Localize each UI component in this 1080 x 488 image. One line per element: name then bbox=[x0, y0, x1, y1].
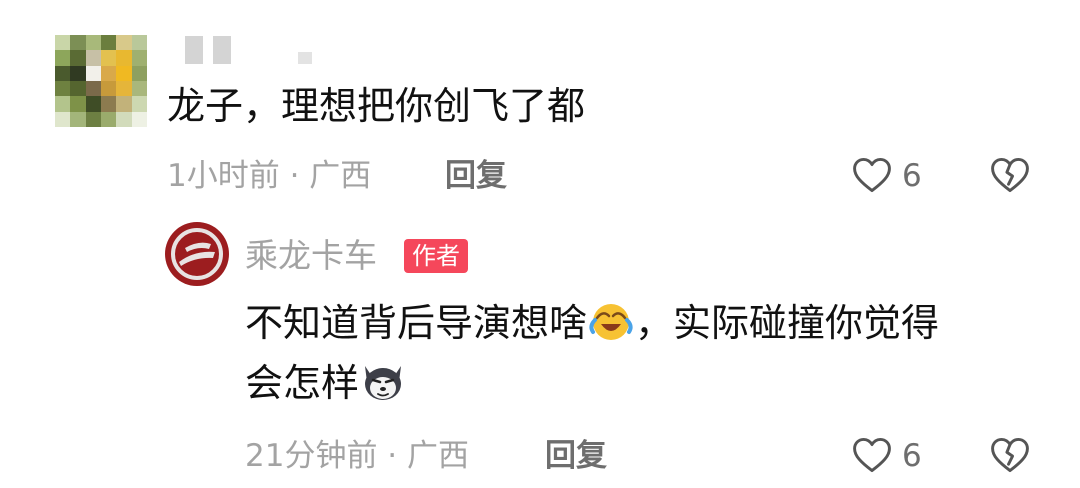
heart-icon bbox=[853, 157, 891, 193]
reply-text-line2: 会怎样 bbox=[245, 356, 407, 409]
like-button[interactable] bbox=[850, 153, 894, 197]
broken-heart-icon bbox=[991, 157, 1029, 193]
dislike-button[interactable] bbox=[988, 153, 1032, 197]
commenter-name-blurred[interactable] bbox=[185, 36, 243, 64]
reply-time-location: 21分钟前 · 广西 bbox=[245, 438, 470, 474]
comment-reply-button[interactable]: 回复 bbox=[445, 156, 507, 196]
heart-icon bbox=[853, 437, 891, 473]
reply-dislike-button[interactable] bbox=[988, 433, 1032, 477]
commenter-name-blurred-extra bbox=[298, 52, 312, 64]
laughing-tears-emoji-icon bbox=[587, 296, 635, 344]
broken-heart-icon bbox=[991, 437, 1029, 473]
comment-text: 龙子，理想把你创飞了都 bbox=[167, 84, 586, 128]
author-avatar[interactable] bbox=[165, 222, 229, 286]
like-count: 6 bbox=[902, 158, 922, 194]
reply-like-button[interactable] bbox=[850, 433, 894, 477]
reply-reply-button[interactable]: 回复 bbox=[545, 436, 607, 476]
reply-text-line1: 不知道背后导演想啥 ，实际碰撞你觉得 bbox=[245, 296, 939, 349]
comment-time-location: 1小时前 · 广西 bbox=[167, 158, 372, 194]
reply-text-line2-text: 会怎样 bbox=[245, 361, 360, 405]
husky-dog-emoji-icon bbox=[359, 356, 407, 404]
blurred-avatar-image bbox=[55, 35, 147, 127]
reply-text-part2: ，实际碰撞你觉得 bbox=[635, 301, 940, 345]
brand-logo-icon bbox=[166, 223, 228, 285]
author-name[interactable]: 乘龙卡车 bbox=[245, 234, 377, 278]
commenter-avatar[interactable] bbox=[55, 35, 147, 127]
author-badge: 作者 bbox=[404, 239, 468, 273]
reply-like-count: 6 bbox=[902, 438, 922, 474]
reply-text-part1: 不知道背后导演想啥 bbox=[245, 301, 588, 345]
